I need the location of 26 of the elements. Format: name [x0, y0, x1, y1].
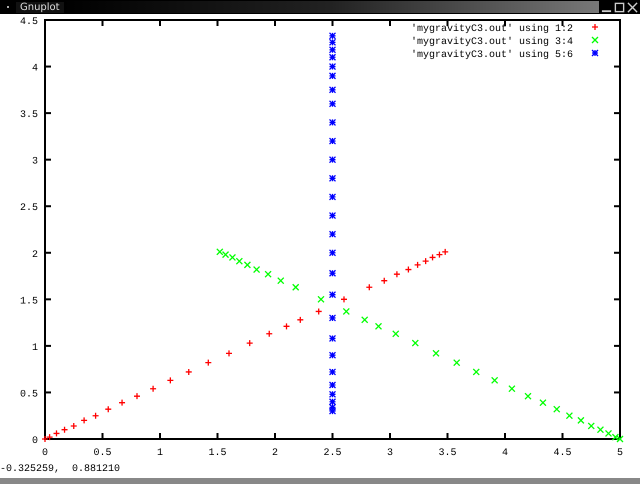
- x-tick-label: 4.5: [554, 448, 572, 459]
- x-tick-label: 5: [617, 448, 623, 459]
- legend-label: 'mygravityC3.out' using 5:6: [410, 50, 573, 61]
- x-tick-label: 0.5: [94, 448, 112, 459]
- y-tick-label: 4.5: [20, 17, 38, 28]
- y-tick-label: 2.5: [20, 203, 38, 214]
- y-tick-label: 0: [32, 436, 38, 447]
- legend-label: 'mygravityC3.out' using 3:4: [410, 37, 573, 48]
- y-tick-label: 2: [32, 250, 38, 261]
- x-tick-label: 3: [387, 448, 393, 459]
- y-tick-label: 1.5: [20, 296, 38, 308]
- y-tick-label: 3: [32, 156, 38, 168]
- x-tick-label: 4: [502, 448, 508, 459]
- x-tick-label: 2.5: [324, 448, 342, 459]
- window-title: Gnuplot: [16, 2, 64, 12]
- y-tick-label: 0.5: [20, 389, 38, 400]
- cursor-coordinates: -0.325259, 0.881210: [0, 463, 122, 477]
- y-tick-label: 4: [32, 64, 38, 75]
- x-tick-label: 1: [157, 448, 163, 459]
- y-tick-label: 3.5: [20, 110, 38, 122]
- x-tick-label: 0: [42, 448, 48, 459]
- y-tick-label: 1: [32, 342, 38, 354]
- x-tick-label: 1.5: [208, 448, 226, 459]
- legend-label: 'mygravityC3.out' using 1:2: [410, 24, 573, 35]
- x-tick-label: 3.5: [438, 448, 456, 459]
- x-tick-label: 2: [272, 448, 278, 459]
